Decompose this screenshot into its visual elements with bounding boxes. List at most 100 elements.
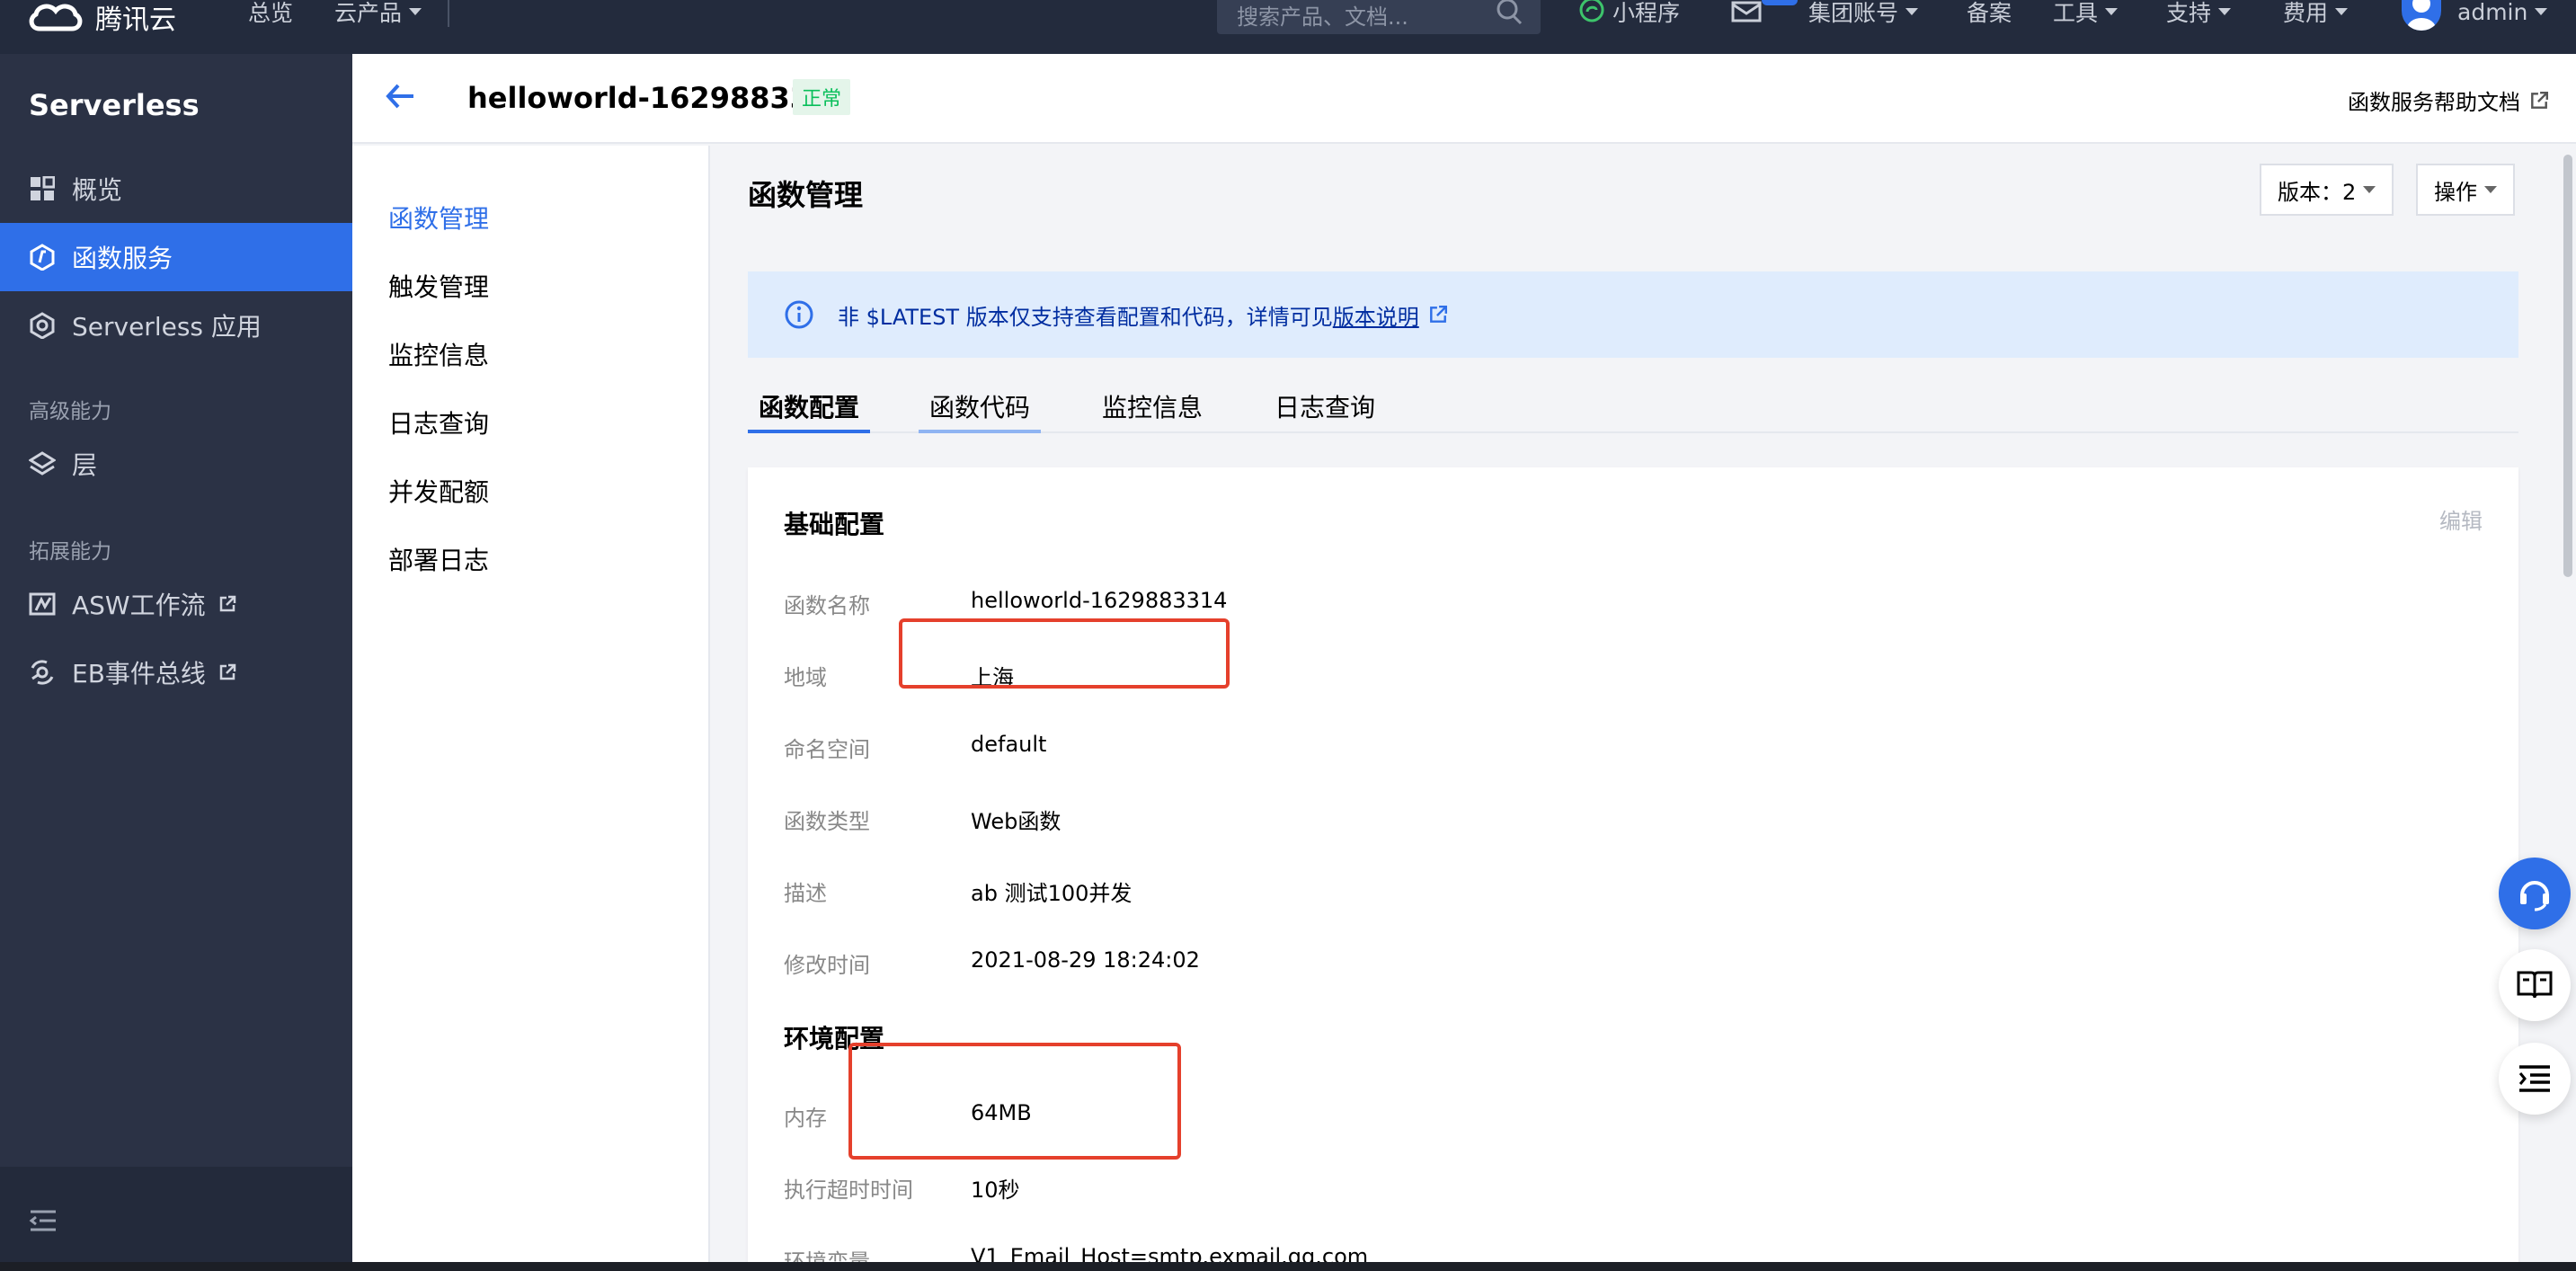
cloud-logo-icon — [29, 4, 83, 31]
external-link-icon[interactable] — [1428, 305, 1448, 324]
chevron-down-icon — [2484, 186, 2497, 193]
sidebar-group-extension: 拓展能力 — [29, 540, 111, 564]
main-content: 函数管理 版本：2 操作 非 $LATEST 版本仅支持查看配置和代码，详情可见… — [710, 146, 2553, 1271]
nav-products[interactable]: 云产品 — [334, 0, 422, 26]
sidebar-item-asw-workflow[interactable]: ASW工作流 — [0, 570, 352, 638]
tab-log-query[interactable]: 日志查询 — [1264, 388, 1386, 433]
function-header: helloworld-1629883314 正常 函数服务帮助文档 — [352, 54, 2576, 144]
submenu-function-management[interactable]: 函数管理 — [388, 200, 489, 236]
chevron-down-icon — [2105, 8, 2119, 15]
top-navigation-bar: 腾讯云 总览 云产品 小程序 集团账号 备案 工具 支持 — [0, 0, 2576, 54]
list-indent-icon — [2518, 1065, 2550, 1092]
field-label: 函数名称 — [784, 593, 870, 618]
search-icon[interactable] — [1496, 0, 1524, 27]
tab-function-code[interactable]: 函数代码 — [919, 388, 1042, 433]
basic-config-title: 基础配置 — [784, 510, 885, 539]
global-search[interactable] — [1217, 0, 1541, 34]
field-value: 2021-08-29 18:24:02 — [971, 947, 1200, 973]
nav-group-account[interactable]: 集团账号 — [1808, 0, 1919, 26]
avatar[interactable] — [2402, 0, 2441, 31]
sidebar-item-label: 函数服务 — [72, 244, 173, 273]
version-dropdown[interactable]: 版本：2 — [2260, 164, 2394, 216]
collapse-menu-icon[interactable] — [29, 1208, 58, 1233]
sidebar-item-label: Serverless 应用 — [72, 312, 262, 342]
highlight-box-memory — [848, 1043, 1181, 1160]
tab-monitoring[interactable]: 监控信息 — [1091, 388, 1213, 433]
sidebar-item-label: EB事件总线 — [72, 659, 206, 689]
sidebar-title: Serverless — [29, 88, 200, 122]
nav-support[interactable]: 支持 — [2166, 0, 2232, 26]
page-scrollbar[interactable] — [2560, 146, 2576, 577]
field-label: 命名空间 — [784, 737, 870, 762]
sidebar-item-label: ASW工作流 — [72, 591, 206, 620]
sidebar-item-eb-eventbus[interactable]: EB事件总线 — [0, 638, 352, 707]
submenu-trigger-management[interactable]: 触发管理 — [388, 268, 489, 304]
version-docs-link[interactable]: 版本说明 — [1333, 299, 1419, 331]
action-dropdown[interactable]: 操作 — [2416, 164, 2515, 216]
sidebar-item-serverless-app[interactable]: Serverless 应用 — [0, 291, 352, 360]
submenu-log-query[interactable]: 日志查询 — [388, 404, 489, 440]
config-card: 基础配置 编辑 函数名称 helloworld-1629883314 地域 上海… — [748, 467, 2518, 1271]
tab-function-config[interactable]: 函数配置 — [748, 388, 871, 433]
chevron-down-icon — [2218, 8, 2232, 15]
back-arrow-icon[interactable] — [385, 83, 415, 110]
sidebar-item-layer[interactable]: 层 — [0, 430, 352, 498]
sidebar-item-overview[interactable]: 概览 — [0, 155, 352, 223]
sidebar-group-advanced: 高级能力 — [29, 400, 111, 423]
chevron-down-icon — [2335, 8, 2349, 15]
nav-products-label: 云产品 — [334, 0, 403, 26]
field-value: Web函数 — [971, 809, 1061, 834]
action-dropdown-label: 操作 — [2434, 179, 2477, 205]
customer-service-button[interactable] — [2499, 858, 2571, 929]
tencent-cloud-logo[interactable]: 腾讯云 — [27, 0, 176, 36]
window-bottom-edge — [0, 1262, 2576, 1271]
field-label: 修改时间 — [784, 953, 870, 978]
grid-icon — [29, 175, 56, 202]
user-name: admin — [2457, 0, 2528, 25]
sidebar-footer — [0, 1167, 352, 1271]
nav-user[interactable]: admin — [2457, 0, 2548, 25]
config-tabs: 函数配置 函数代码 监控信息 日志查询 — [748, 388, 2518, 433]
support-label: 支持 — [2166, 0, 2212, 26]
info-icon — [785, 300, 813, 329]
billing-label: 费用 — [2283, 0, 2329, 26]
function-icon — [29, 244, 56, 271]
nav-overview[interactable]: 总览 — [248, 0, 293, 26]
mail-icon — [1731, 1, 1762, 22]
scrollbar-thumb[interactable] — [2563, 155, 2572, 577]
sidebar-item-label: 层 — [72, 450, 98, 480]
user-icon — [2407, 0, 2436, 31]
sidebar-item-function-service[interactable]: 函数服务 — [0, 223, 352, 291]
help-doc-link[interactable]: 函数服务帮助文档 — [2348, 84, 2549, 116]
nav-mini-program[interactable]: 小程序 — [1578, 0, 1680, 26]
submenu-deploy-log[interactable]: 部署日志 — [388, 541, 489, 577]
mini-program-icon — [1579, 0, 1604, 22]
nav-tools[interactable]: 工具 — [2053, 0, 2119, 26]
submenu-concurrency-quota[interactable]: 并发配额 — [388, 473, 489, 509]
mini-program-label: 小程序 — [1612, 0, 1681, 26]
edit-button[interactable]: 编辑 — [2439, 503, 2483, 535]
docs-button[interactable] — [2499, 949, 2571, 1021]
brand-name: 腾讯云 — [95, 4, 176, 36]
book-icon — [2517, 971, 2553, 999]
field-value: 10秒 — [971, 1178, 1020, 1203]
external-link-icon — [219, 663, 236, 680]
chevron-down-icon — [1905, 8, 1919, 15]
field-value: ab 测试100并发 — [971, 881, 1133, 906]
nav-messages[interactable] — [1731, 0, 1762, 23]
search-input[interactable] — [1237, 4, 1488, 30]
headset-icon — [2520, 881, 2549, 911]
tools-label: 工具 — [2053, 0, 2099, 26]
layers-icon — [29, 450, 56, 477]
field-label: 执行超时时间 — [784, 1178, 913, 1203]
page-title: 函数管理 — [748, 178, 864, 212]
workflow-icon — [29, 591, 56, 618]
nav-billing[interactable]: 费用 — [2283, 0, 2349, 26]
version-notice: 非 $LATEST 版本仅支持查看配置和代码，详情可见 版本说明 — [748, 271, 2518, 358]
nav-filing[interactable]: 备案 — [1967, 0, 2012, 26]
highlight-box-region — [899, 618, 1230, 689]
field-label: 地域 — [784, 665, 827, 690]
submenu-monitoring[interactable]: 监控信息 — [388, 336, 489, 372]
sidebar-item-label: 概览 — [72, 175, 123, 205]
outline-button[interactable] — [2499, 1043, 2571, 1115]
